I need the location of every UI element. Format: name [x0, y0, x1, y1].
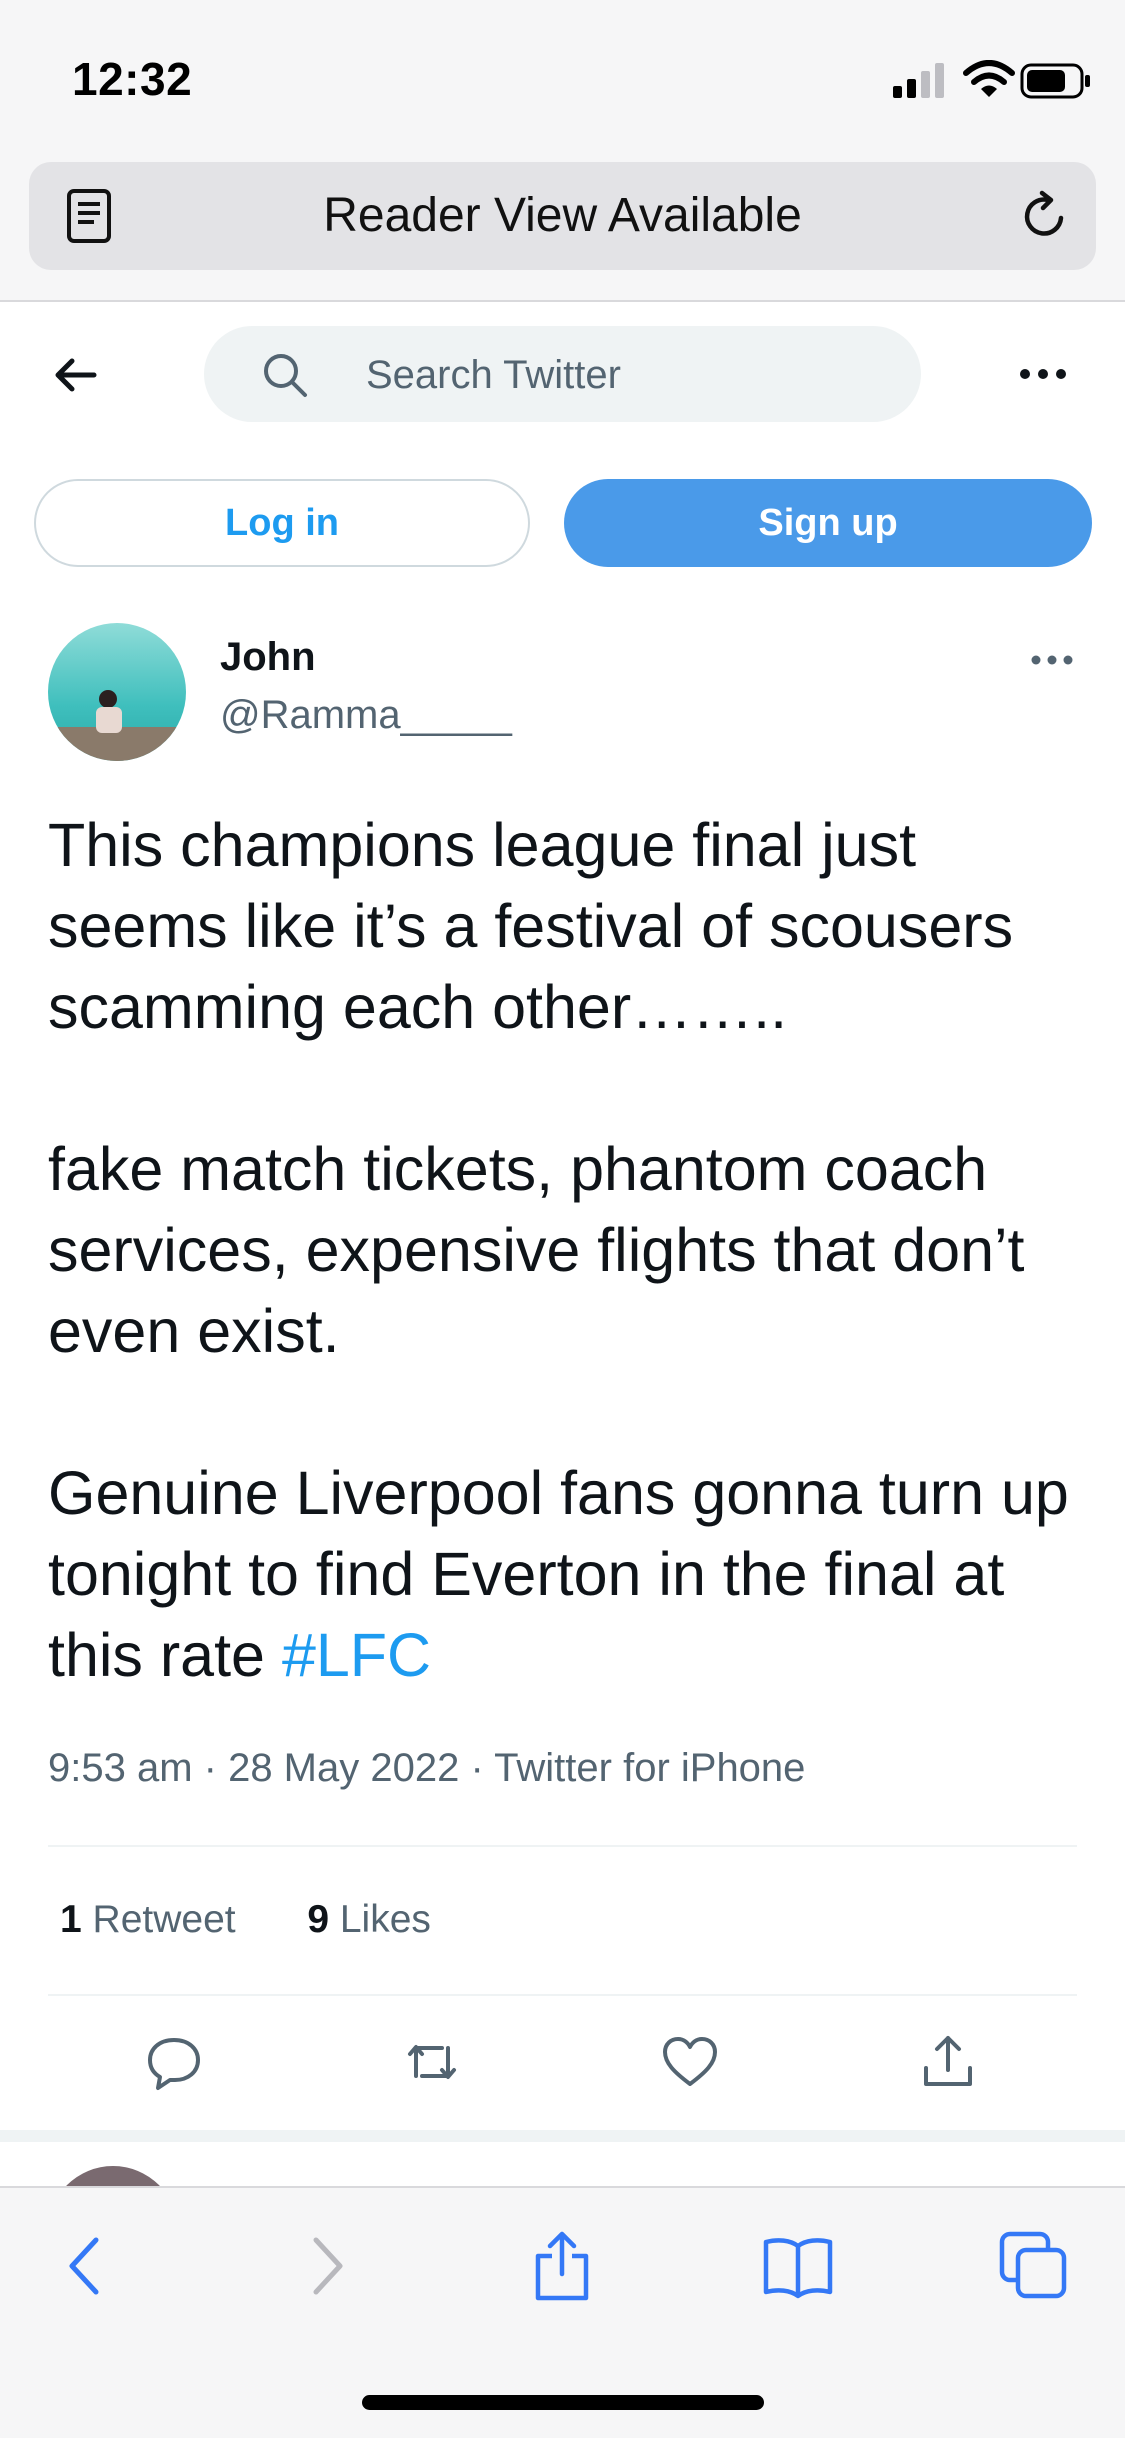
safari-share-icon[interactable]: [526, 2230, 598, 2302]
retweet-icon[interactable]: [402, 2032, 462, 2092]
tabs-icon[interactable]: [998, 2230, 1070, 2302]
tweet-text: This champions league final just seems l…: [48, 805, 1088, 1696]
display-name[interactable]: John: [220, 635, 316, 680]
bookmarks-icon[interactable]: [762, 2230, 834, 2302]
like-count: 9: [307, 1898, 330, 1941]
login-button[interactable]: Log in: [34, 479, 530, 567]
retweet-count: 1: [60, 1898, 82, 1941]
tweet-paragraph: This champions league final just seems l…: [48, 811, 1031, 1041]
avatar[interactable]: [48, 623, 186, 761]
back-arrow-icon[interactable]: [50, 350, 100, 400]
like-icon[interactable]: [660, 2032, 720, 2092]
safari-back-icon[interactable]: [50, 2230, 122, 2302]
search-input[interactable]: [364, 340, 888, 410]
user-handle[interactable]: @Ramma_____: [220, 693, 512, 738]
battery-icon: [1020, 63, 1090, 99]
hashtag-link[interactable]: #LFC: [282, 1621, 431, 1689]
signup-button[interactable]: Sign up: [564, 479, 1092, 567]
status-time: 12:32: [72, 53, 193, 105]
more-icon[interactable]: [1016, 354, 1070, 394]
safari-forward-icon[interactable]: [290, 2230, 362, 2302]
wifi-icon: [963, 60, 1015, 97]
engagement-stats: 1 Retweet 9 Likes: [60, 1898, 431, 1942]
tweet-timestamp[interactable]: 9:53 am · 28 May 2022 · Twitter for iPho…: [48, 1746, 805, 1791]
like-label: Likes: [339, 1898, 431, 1941]
retweet-stat[interactable]: 1 Retweet: [60, 1898, 236, 1941]
like-stat[interactable]: 9 Likes: [307, 1898, 431, 1941]
tweet-paragraph: fake match tickets, phantom coach servic…: [48, 1135, 1042, 1365]
divider: [48, 1994, 1077, 1996]
share-icon[interactable]: [918, 2032, 978, 2092]
tweet-more-icon[interactable]: [1030, 648, 1074, 672]
divider: [48, 1845, 1077, 1847]
reload-icon[interactable]: [1018, 190, 1070, 242]
tweet-paragraph: Genuine Liverpool fans gonna turn up ton…: [48, 1459, 1086, 1689]
search-icon: [264, 354, 307, 397]
reply-icon[interactable]: [144, 2032, 204, 2092]
retweet-label: Retweet: [92, 1898, 236, 1941]
home-indicator[interactable]: [362, 2395, 764, 2410]
divider: [0, 2130, 1125, 2142]
cellular-signal-icon: [893, 63, 944, 98]
reader-view-title[interactable]: Reader View Available: [0, 188, 1125, 243]
